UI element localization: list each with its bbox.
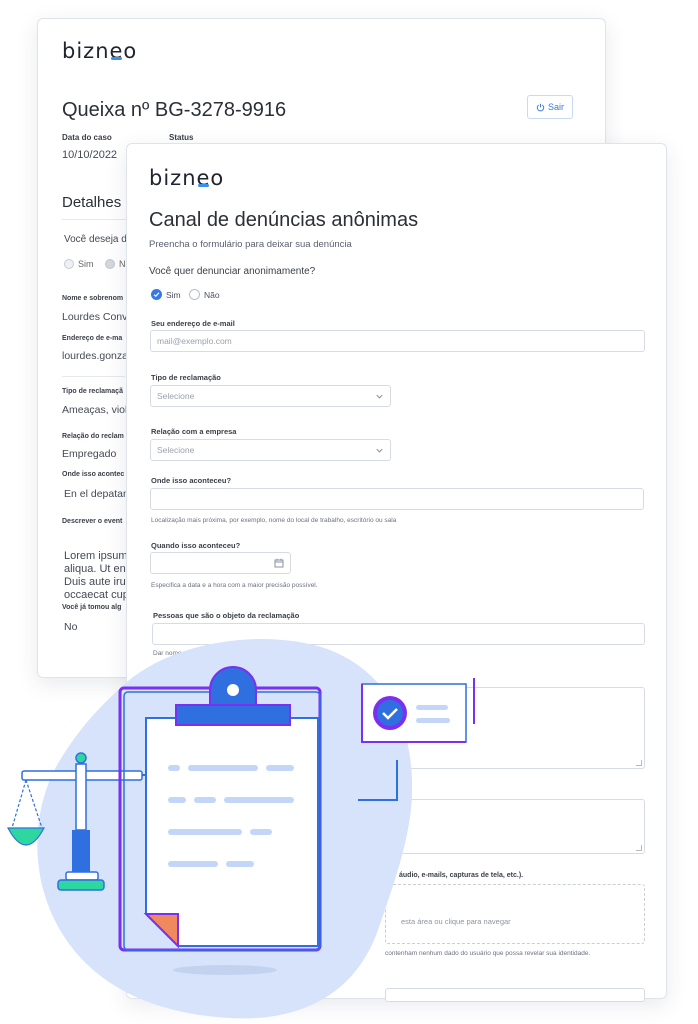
when-help: Especifica a data e a hora com a maior p… — [151, 582, 318, 589]
complaint-title: Queixa nº BG-3278-9916 — [62, 99, 287, 121]
name-value: Lourdes Conve — [62, 311, 134, 323]
complaint-type-select[interactable]: Selecione — [150, 385, 391, 407]
when-date-input[interactable] — [150, 552, 291, 574]
complaint-type-label: Tipo de reclamaçã — [62, 388, 123, 395]
email-label: Endereço de e-ma — [62, 335, 123, 342]
exit-button[interactable]: Sair — [527, 95, 573, 119]
radio-empty-icon — [189, 289, 200, 300]
when-label: Quando isso aconteceu? — [151, 541, 241, 550]
radio-yes: Sim — [64, 259, 94, 269]
bizneo-logo: bizneo — [62, 39, 138, 63]
acted-label: Você já tomou alg — [62, 604, 122, 611]
relation-label: Relação do reclam — [62, 433, 124, 440]
anon-question: Você quer denunciar anonimamente? — [149, 266, 316, 277]
case-date-label: Data do caso — [62, 133, 112, 142]
clipboard-illustration — [7, 639, 475, 1019]
name-label: Nome e sobrenom — [62, 295, 124, 302]
radio-yes[interactable]: Sim — [151, 289, 181, 300]
calendar-icon — [274, 558, 284, 568]
where-input[interactable] — [150, 488, 644, 510]
form-subtitle: Preencha o formulário para deixar sua de… — [149, 239, 352, 250]
relation-value: Empregado — [62, 448, 117, 460]
email-value: lourdes.gonzal — [62, 350, 131, 362]
people-label: Pessoas que são o objeto da reclamação — [153, 611, 300, 620]
complaint-type-value: Ameaças, violê — [62, 404, 134, 416]
email-input[interactable]: mail@exemplo.com — [150, 330, 645, 352]
relation-select[interactable]: Selecione — [150, 439, 391, 461]
where-help: Localização mais próxima, por exemplo, n… — [151, 517, 397, 524]
form-title: Canal de denúncias anônimas — [149, 209, 419, 231]
resize-grip[interactable] — [636, 760, 642, 766]
where-label: Onde isso aconteceu? — [151, 476, 232, 485]
email-label: Seu endereço de e-mail — [151, 319, 235, 328]
relation-label: Relação com a empresa — [151, 427, 237, 436]
case-date-value: 10/10/2022 — [62, 149, 118, 161]
details-heading: Detalhes — [62, 194, 122, 211]
where-label: Onde isso acontec — [62, 471, 125, 478]
divider — [62, 376, 125, 377]
radio-checked-icon — [151, 289, 162, 300]
bizneo-logo: bizneo — [149, 166, 225, 190]
radio-no[interactable]: Não — [189, 289, 220, 300]
power-icon — [536, 103, 545, 111]
complaint-type-label: Tipo de reclamação — [151, 373, 221, 382]
resize-grip[interactable] — [636, 845, 642, 851]
chevron-down-icon — [375, 392, 384, 401]
chevron-down-icon — [375, 446, 384, 455]
describe-label: Descrever o event — [62, 518, 123, 525]
where-value: En el depatam — [64, 488, 132, 500]
anon-question: Você deseja de — [64, 234, 133, 245]
status-label: Status — [169, 133, 194, 142]
